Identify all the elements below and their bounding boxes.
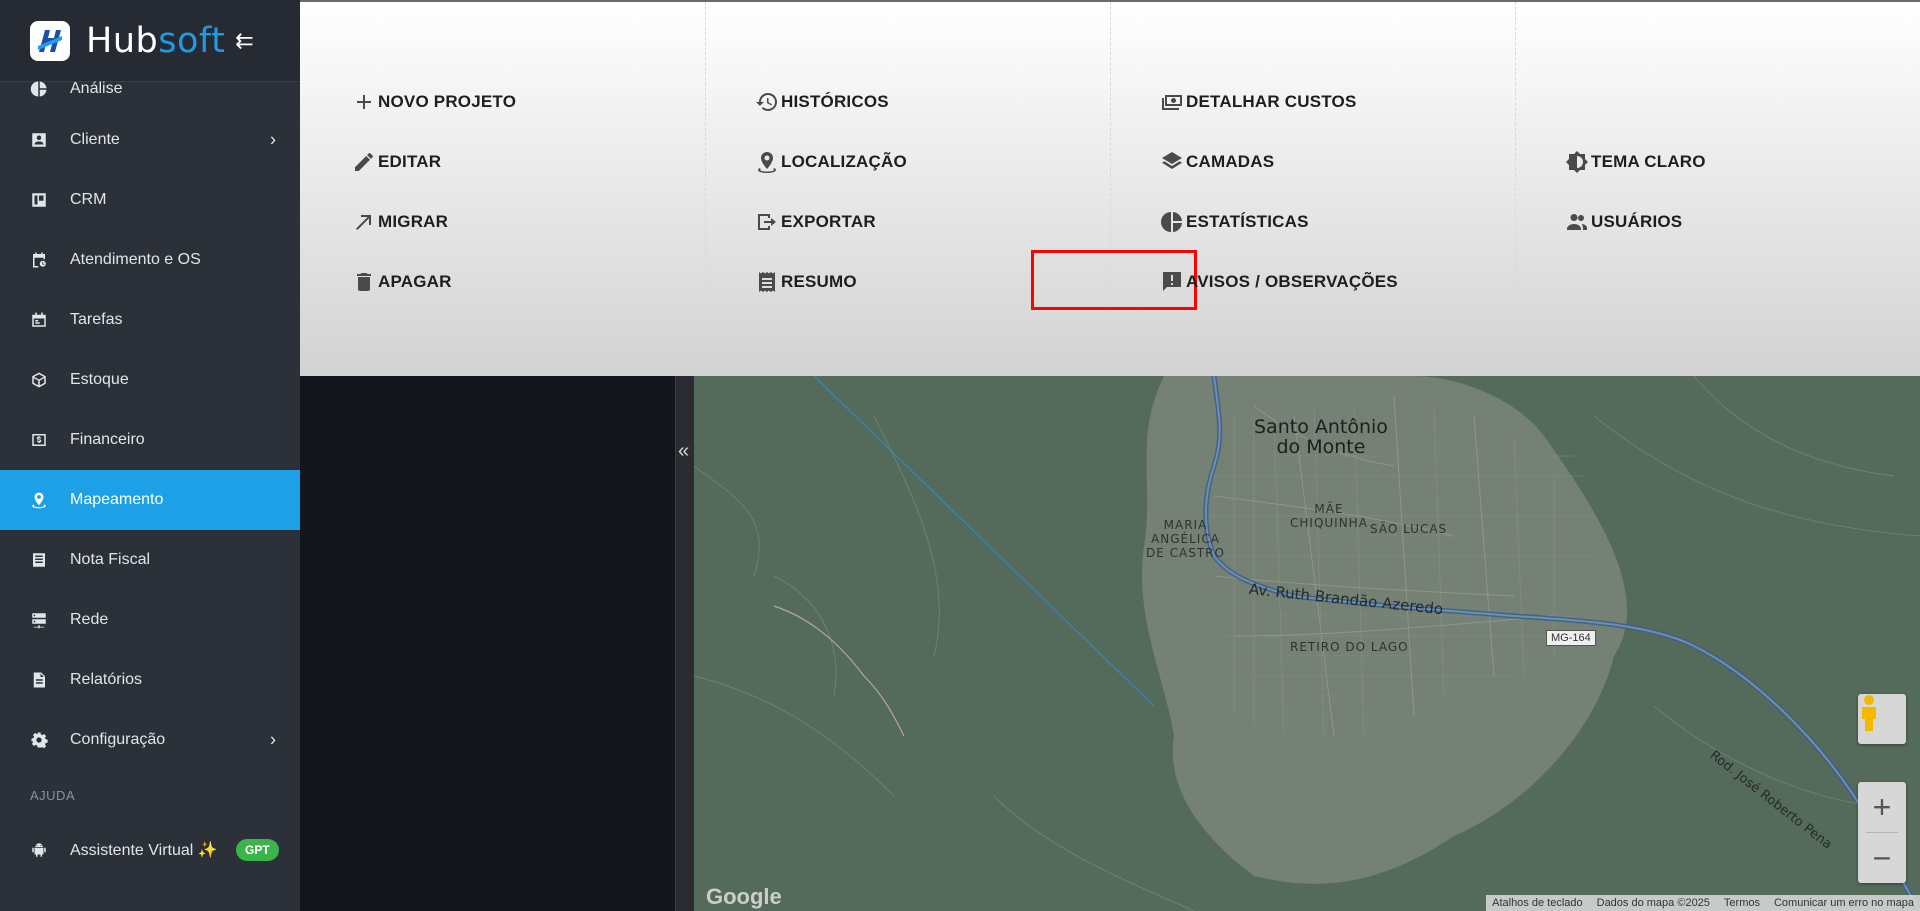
collapse-sidebar-icon[interactable]: ⇇ <box>235 28 253 54</box>
document-icon <box>33 553 45 567</box>
receipt-icon <box>759 272 775 292</box>
brand-name: Hubsoft <box>86 20 226 61</box>
sidebar-nav: Análise Cliente › CRM Atendimento e OS T… <box>0 80 300 880</box>
brand-header: Hubsoft ⇇ <box>0 0 300 82</box>
feedback-icon <box>1163 272 1181 291</box>
users-icon <box>1567 214 1587 230</box>
gpt-badge: GPT <box>236 839 279 861</box>
map-pin-icon <box>32 492 46 509</box>
pie-chart-icon <box>1161 212 1182 232</box>
chevron-right-icon: › <box>270 129 276 150</box>
map-data-text: Dados do mapa ©2025 <box>1596 897 1710 909</box>
menu-novo-projeto[interactable]: NOVO PROJETO <box>352 87 516 117</box>
map-neighborhood-label: SÃO LUCAS <box>1370 522 1448 536</box>
column-divider <box>1110 2 1111 362</box>
server-icon <box>32 613 46 629</box>
sidebar-item-analise[interactable]: Análise <box>0 80 300 110</box>
zoom-out-button[interactable]: − <box>1858 833 1906 883</box>
menu-apagar[interactable]: APAGAR <box>352 267 452 297</box>
pie-chart-icon <box>30 81 47 97</box>
task-calendar-icon <box>32 312 46 327</box>
sidebar-item-atendimento[interactable]: Atendimento e OS <box>0 230 300 290</box>
menu-historicos[interactable]: HISTÓRICOS <box>755 87 889 117</box>
zoom-controls: + − <box>1858 782 1906 883</box>
sidebar-item-relatorios[interactable]: Relatórios <box>0 650 300 710</box>
keyboard-shortcuts-link[interactable]: Atalhos de teclado <box>1492 897 1583 909</box>
map-city-label: Santo Antônio do Monte <box>1254 416 1388 458</box>
plus-icon <box>357 95 371 109</box>
sidebar-item-crm[interactable]: CRM <box>0 170 300 230</box>
kanban-board-icon <box>32 193 46 207</box>
column-divider <box>705 2 706 362</box>
column-divider <box>1515 2 1516 362</box>
calendar-clock-icon <box>33 252 46 268</box>
box-icon <box>32 372 46 388</box>
collapse-panel-icon[interactable]: « <box>678 440 689 463</box>
sidebar-item-rede[interactable]: Rede <box>0 590 300 650</box>
menu-usuarios[interactable]: USUÁRIOS <box>1565 207 1682 237</box>
layers-icon <box>1162 152 1182 169</box>
map-options-menu: NOVO PROJETO EDITAR MIGRAR APAGAR HISTÓR… <box>300 0 1920 376</box>
sidebar: Hubsoft ⇇ Análise Cliente › CRM Atendime… <box>0 0 300 911</box>
sidebar-item-assistente-virtual[interactable]: Assistente Virtual ✨ GPT <box>0 820 300 880</box>
menu-exportar[interactable]: EXPORTAR <box>755 207 876 237</box>
gear-icon <box>31 732 48 749</box>
location-pin-icon <box>758 152 776 173</box>
menu-camadas[interactable]: CAMADAS <box>1160 147 1274 177</box>
menu-avisos-observacoes[interactable]: AVISOS / OBSERVAÇÕES <box>1160 267 1398 297</box>
sidebar-item-nota-fiscal[interactable]: Nota Fiscal <box>0 530 300 590</box>
street-view-pegman[interactable] <box>1858 694 1906 744</box>
google-logo: Google <box>706 884 782 909</box>
menu-estatisticas[interactable]: ESTATÍSTICAS <box>1160 207 1309 237</box>
history-icon <box>756 92 778 111</box>
menu-resumo[interactable]: RESUMO <box>755 267 857 297</box>
map-attribution: Atalhos de teclado Dados do mapa ©2025 T… <box>1486 895 1920 911</box>
panel-splitter[interactable]: « <box>675 376 694 911</box>
menu-migrar[interactable]: MIGRAR <box>352 207 448 237</box>
sidebar-item-financeiro[interactable]: Financeiro <box>0 410 300 470</box>
report-icon <box>33 672 45 688</box>
sidebar-item-mapeamento[interactable]: Mapeamento <box>0 470 300 530</box>
menu-tema-claro[interactable]: TEMA CLARO <box>1565 147 1706 177</box>
brightness-icon <box>1566 151 1588 173</box>
pencil-icon <box>355 153 373 171</box>
arrow-up-right-icon <box>356 215 371 230</box>
chevron-right-icon: › <box>270 729 276 750</box>
zoom-in-button[interactable]: + <box>1858 782 1906 832</box>
terms-link[interactable]: Termos <box>1724 897 1760 909</box>
menu-detalhar-custos[interactable]: DETALHAR CUSTOS <box>1160 87 1357 117</box>
project-panel <box>300 376 675 911</box>
report-error-link[interactable]: Comunicar um erro no mapa <box>1774 897 1914 909</box>
map-view[interactable]: Santo Antônio do Monte MARIA ANGÉLICA DE… <box>694 376 1920 911</box>
map-neighborhood-label: RETIRO DO LAGO <box>1290 640 1409 654</box>
cash-icon <box>1162 95 1182 110</box>
section-label-ajuda: AJUDA <box>30 787 76 803</box>
menu-localizacao[interactable]: LOCALIZAÇÃO <box>755 147 907 177</box>
money-icon <box>32 434 46 446</box>
map-neighborhood-label: MARIA ANGÉLICA DE CASTRO <box>1146 518 1225 560</box>
sidebar-item-cliente[interactable]: Cliente › <box>0 110 300 170</box>
sidebar-item-estoque[interactable]: Estoque <box>0 350 300 410</box>
android-icon <box>32 843 46 857</box>
sidebar-item-configuracao[interactable]: Configuração › <box>0 710 300 770</box>
trash-icon <box>357 273 371 291</box>
contact-card-icon <box>32 133 46 147</box>
menu-editar[interactable]: EDITAR <box>352 147 441 177</box>
map-highway-shield: MG-164 <box>1546 630 1596 646</box>
map-neighborhood-label: MÃE CHIQUINHA <box>1290 502 1368 530</box>
sidebar-item-tarefas[interactable]: Tarefas <box>0 290 300 350</box>
export-icon <box>758 214 776 230</box>
pegman-icon <box>1862 695 1876 731</box>
hubsoft-logo-icon[interactable] <box>30 20 70 61</box>
